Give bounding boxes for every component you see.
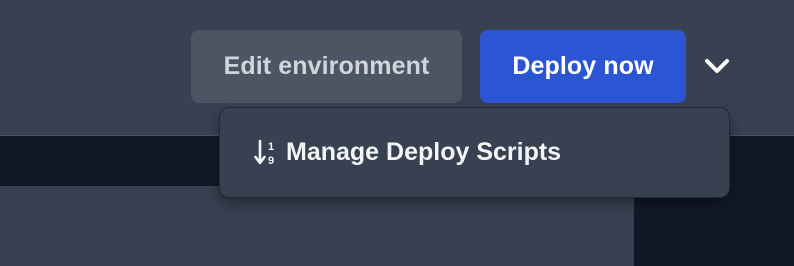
svg-text:9: 9: [268, 155, 274, 167]
edit-environment-button[interactable]: Edit environment: [191, 30, 462, 103]
chevron-down-icon: [705, 59, 729, 73]
svg-text:1: 1: [268, 141, 274, 153]
deploy-options-toggle[interactable]: [697, 46, 737, 86]
deploy-page: Edit environment Deploy now 1 9 Manage D…: [0, 0, 794, 266]
deploy-options-menu: 1 9 Manage Deploy Scripts: [219, 107, 730, 198]
deploy-now-button[interactable]: Deploy now: [480, 30, 686, 103]
menu-item-label: Manage Deploy Scripts: [286, 138, 562, 166]
content-panel: [0, 186, 634, 266]
menu-item-manage-deploy-scripts[interactable]: 1 9 Manage Deploy Scripts: [220, 108, 729, 197]
sort-numeric-down-icon: 1 9: [254, 138, 280, 168]
content-gutter: [634, 186, 794, 266]
